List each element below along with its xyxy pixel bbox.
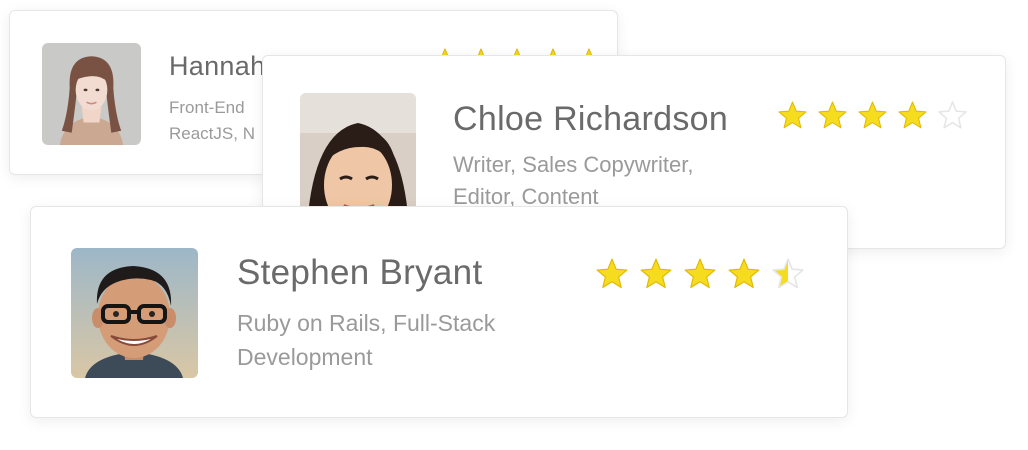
freelancer-cards-stack: Hannah Front-End ReactJS, N Chloe Richar… xyxy=(0,0,1028,450)
star-filled-icon xyxy=(640,258,672,289)
star-rating xyxy=(595,257,805,291)
freelancer-card-stephen-bryant[interactable]: Stephen Bryant Ruby on Rails, Full-Stack… xyxy=(30,206,848,418)
skills-line: Development xyxy=(237,344,373,370)
skills-line: Ruby on Rails, Full-Stack xyxy=(237,310,496,336)
star-filled-icon xyxy=(858,101,887,129)
freelancer-skills: Writer, Sales Copywriter, Editor, Conten… xyxy=(453,149,773,213)
star-filled-icon xyxy=(818,101,847,129)
avatar xyxy=(42,43,141,145)
skills-line: Writer, Sales Copywriter, xyxy=(453,152,694,177)
star-filled-icon xyxy=(596,258,628,289)
freelancer-name: Chloe Richardson xyxy=(453,100,729,138)
star-filled-icon xyxy=(728,258,760,289)
avatar xyxy=(71,248,198,378)
star-filled-icon xyxy=(684,258,716,289)
star-filled-icon xyxy=(898,101,927,129)
man-with-glasses-portrait-icon xyxy=(71,248,198,378)
star-filled-icon xyxy=(778,101,807,129)
freelancer-skills: Ruby on Rails, Full-Stack Development xyxy=(237,306,577,374)
star-empty-icon xyxy=(938,101,967,129)
freelancer-name: Hannah xyxy=(169,51,266,81)
freelancer-name: Stephen Bryant xyxy=(237,253,483,292)
woman-portrait-icon xyxy=(42,43,141,145)
star-half-icon xyxy=(772,258,804,289)
star-rating xyxy=(777,100,968,131)
